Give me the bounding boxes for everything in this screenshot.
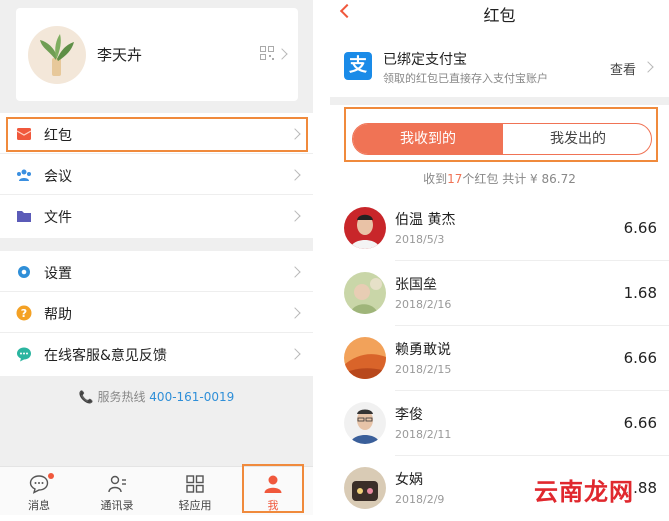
avatar bbox=[344, 337, 386, 379]
summary-prefix: 收到 bbox=[423, 172, 448, 186]
alipay-binding-row[interactable]: 支 已绑定支付宝 领取的红包已直接存入支付宝账户 查看 bbox=[330, 40, 669, 97]
hotline-number[interactable]: 400-161-0019 bbox=[149, 390, 234, 404]
avatar bbox=[344, 207, 386, 249]
menu-item-label: 会议 bbox=[44, 169, 72, 185]
received-date: 2018/5/3 bbox=[395, 233, 445, 246]
qr-code-icon[interactable] bbox=[260, 46, 274, 60]
profile-card[interactable]: 李天卉 bbox=[16, 8, 298, 101]
section-divider bbox=[330, 97, 669, 105]
amount: 6.66 bbox=[623, 219, 657, 237]
message-icon bbox=[29, 475, 49, 494]
red-envelope-screen: 红包 支 已绑定支付宝 领取的红包已直接存入支付宝账户 查看 我收到的 我发出的… bbox=[330, 0, 669, 515]
menu-item-settings[interactable]: 设置 bbox=[0, 251, 313, 292]
received-date: 2018/2/11 bbox=[395, 428, 452, 441]
alipay-logo-icon: 支 bbox=[344, 52, 372, 80]
tab-messages[interactable]: 消息 bbox=[0, 467, 78, 516]
alipay-title: 已绑定支付宝 bbox=[383, 52, 467, 68]
amount: 1.68 bbox=[623, 284, 657, 302]
chevron-right-icon bbox=[289, 266, 301, 278]
unread-badge bbox=[48, 473, 54, 479]
view-link[interactable]: 查看 bbox=[610, 59, 636, 78]
sender-name: 李俊 bbox=[395, 407, 423, 423]
menu-item-help[interactable]: ? 帮助 bbox=[0, 292, 313, 333]
received-date: 2018/2/9 bbox=[395, 493, 445, 506]
menu-item-support[interactable]: 在线客服&意见反馈 bbox=[0, 333, 313, 374]
list-item[interactable]: 赖勇敢说 2018/2/15 6.66 bbox=[330, 326, 669, 391]
sender-name: 伯温 黄杰 bbox=[395, 212, 456, 228]
page-title: 红包 bbox=[483, 6, 516, 25]
chevron-right-icon bbox=[289, 210, 301, 222]
chevron-right-icon bbox=[276, 48, 288, 60]
chevron-right-icon bbox=[642, 61, 654, 73]
alipay-subtitle: 领取的红包已直接存入支付宝账户 bbox=[383, 72, 548, 85]
watermark: 云南龙网 bbox=[534, 478, 634, 506]
people-icon bbox=[17, 169, 31, 181]
highlight-frame bbox=[6, 117, 308, 152]
tab-contacts[interactable]: 通讯录 bbox=[78, 467, 156, 516]
highlight-frame: 我收到的 我发出的 bbox=[344, 107, 658, 162]
list-item[interactable]: 张国垒 2018/2/16 1.68 bbox=[330, 261, 669, 326]
list-item[interactable]: 伯温 黄杰 2018/5/3 6.66 bbox=[330, 196, 669, 261]
tab-label: 通讯录 bbox=[100, 499, 134, 512]
tab-apps[interactable]: 轻应用 bbox=[156, 467, 234, 516]
highlight-frame bbox=[242, 464, 304, 513]
profile-name: 李天卉 bbox=[97, 46, 143, 64]
contacts-icon bbox=[108, 475, 126, 493]
received-summary: 收到17个红包 共计 ¥ 86.72 bbox=[330, 170, 669, 187]
sender-name: 张国垒 bbox=[395, 277, 437, 293]
sender-name: 赖勇敢说 bbox=[395, 342, 451, 358]
svg-text:?: ? bbox=[21, 307, 27, 320]
received-date: 2018/2/15 bbox=[395, 363, 452, 376]
avatar bbox=[344, 272, 386, 314]
received-date: 2018/2/16 bbox=[395, 298, 452, 311]
service-hotline: 📞 服务热线 400-161-0019 bbox=[0, 388, 313, 405]
menu-item-label: 文件 bbox=[44, 210, 72, 226]
tab-label: 消息 bbox=[28, 499, 50, 512]
apps-grid-icon bbox=[186, 475, 204, 493]
gear-icon bbox=[18, 266, 30, 278]
profile-screen: 李天卉 红包 会议 文件 设置 ? 帮助 在线客服&意见反馈 📞 服务热线 40… bbox=[0, 0, 313, 515]
menu-item-label: 帮助 bbox=[44, 307, 72, 323]
phone-icon: 📞 bbox=[78, 390, 94, 404]
chat-icon bbox=[17, 347, 31, 362]
chevron-right-icon bbox=[289, 348, 301, 360]
menu-item-label: 设置 bbox=[44, 266, 72, 282]
hotline-label: 服务热线 bbox=[97, 390, 146, 404]
amount: 6.66 bbox=[623, 349, 657, 367]
folder-icon bbox=[17, 211, 31, 222]
list-item[interactable]: 李俊 2018/2/11 6.66 bbox=[330, 391, 669, 456]
envelope-count: 17 bbox=[447, 172, 463, 186]
tab-received[interactable]: 我收到的 bbox=[353, 124, 503, 154]
tab-label: 轻应用 bbox=[178, 499, 212, 512]
amount: 6.66 bbox=[623, 414, 657, 432]
chevron-right-icon bbox=[289, 169, 301, 181]
avatar bbox=[344, 402, 386, 444]
menu-group-secondary: 设置 ? 帮助 在线客服&意见反馈 bbox=[0, 251, 313, 376]
chevron-right-icon bbox=[289, 307, 301, 319]
tab-sent[interactable]: 我发出的 bbox=[503, 124, 651, 154]
menu-item-label: 在线客服&意见反馈 bbox=[44, 348, 167, 364]
segmented-control: 我收到的 我发出的 bbox=[352, 123, 652, 155]
menu-item-files[interactable]: 文件 bbox=[0, 195, 313, 236]
avatar bbox=[28, 26, 86, 84]
summary-total: 个红包 共计 ¥ 86.72 bbox=[462, 172, 576, 186]
menu-item-meeting[interactable]: 会议 bbox=[0, 154, 313, 195]
sender-name: 女娲 bbox=[395, 472, 423, 488]
avatar bbox=[344, 467, 386, 509]
help-icon: ? bbox=[16, 305, 32, 321]
